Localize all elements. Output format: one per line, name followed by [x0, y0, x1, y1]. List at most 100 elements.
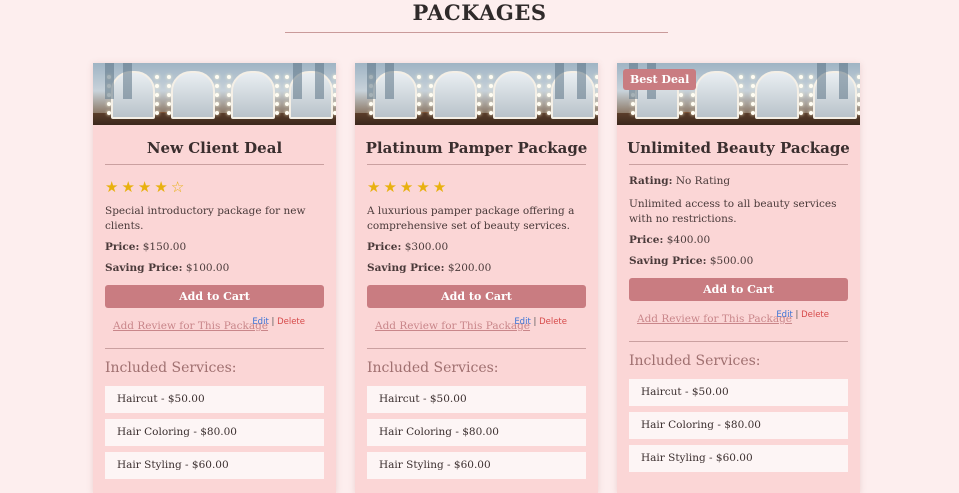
- divider: [105, 348, 324, 349]
- light-bulb-shape: [857, 93, 860, 97]
- edit-link[interactable]: Edit: [776, 310, 792, 320]
- divider: [105, 164, 324, 165]
- mirror-shape: [111, 71, 155, 119]
- price-label: Price:: [367, 241, 402, 253]
- light-bulb-shape: [595, 111, 598, 115]
- light-bulb-shape: [155, 75, 159, 79]
- star-rating: ★★★★☆: [105, 178, 336, 196]
- light-bulb-shape: [537, 111, 541, 115]
- divider: [629, 341, 848, 342]
- light-bulb-shape: [417, 93, 421, 97]
- star-rating: ★★★★★: [367, 178, 598, 196]
- delete-link[interactable]: Delete: [801, 310, 829, 320]
- star-icon: ★: [399, 178, 417, 196]
- best-deal-badge: Best Deal: [623, 69, 697, 90]
- star-icon: ★: [154, 178, 171, 196]
- light-bulb-shape: [285, 75, 289, 79]
- service-item: Haircut - $50.00: [629, 379, 848, 406]
- light-bulb-shape: [215, 84, 219, 88]
- star-icon: ★: [416, 178, 433, 196]
- service-item: Hair Coloring - $80.00: [629, 412, 848, 439]
- light-bulb-shape: [739, 84, 743, 88]
- mirror-shape: [493, 71, 537, 119]
- light-bulb-shape: [857, 102, 860, 106]
- window-shape: [293, 63, 302, 99]
- light-bulb-shape: [595, 75, 598, 79]
- edit-delete-controls: Edit | Delete: [252, 317, 305, 327]
- window-shape: [315, 63, 324, 99]
- price-line: Price: $300.00: [367, 239, 586, 255]
- light-bulb-shape: [333, 75, 336, 79]
- mirror-shape: [755, 71, 799, 119]
- delete-link[interactable]: Delete: [277, 317, 305, 327]
- light-bulb-shape: [215, 75, 219, 79]
- light-bulb-shape: [537, 75, 541, 79]
- star-outline-icon: ☆: [170, 178, 188, 196]
- add-review-link[interactable]: Add Review for This Package: [637, 313, 792, 325]
- price-line: Price: $400.00: [629, 232, 848, 248]
- light-bulb-shape: [227, 75, 231, 79]
- price-value: $400.00: [666, 234, 711, 246]
- delete-link[interactable]: Delete: [539, 317, 567, 327]
- edit-delete-controls: Edit | Delete: [514, 317, 567, 327]
- light-bulb-shape: [477, 93, 481, 97]
- salon-image: [93, 63, 336, 125]
- light-bulb-shape: [477, 111, 481, 115]
- light-bulb-shape: [333, 84, 336, 88]
- edit-link[interactable]: Edit: [252, 317, 268, 327]
- light-bulb-shape: [417, 84, 421, 88]
- window-shape: [577, 63, 586, 99]
- price-line: Price: $150.00: [105, 239, 324, 255]
- light-bulb-shape: [595, 84, 598, 88]
- price-value: $150.00: [142, 241, 187, 253]
- light-bulb-shape: [739, 102, 743, 106]
- add-review-link[interactable]: Add Review for This Package: [375, 320, 530, 332]
- included-services-heading: Included Services:: [629, 353, 761, 369]
- light-bulb-shape: [857, 84, 860, 88]
- rating-label: Rating:: [629, 175, 673, 187]
- included-services-heading: Included Services:: [367, 360, 499, 376]
- light-bulb-shape: [739, 93, 743, 97]
- light-bulb-shape: [799, 93, 803, 97]
- light-bulb-shape: [679, 102, 683, 106]
- light-bulb-shape: [429, 75, 433, 79]
- light-bulb-shape: [333, 111, 336, 115]
- divider: [367, 164, 586, 165]
- light-bulb-shape: [595, 93, 598, 97]
- saving-line: Saving Price: $500.00: [629, 253, 848, 269]
- price-label: Price:: [105, 241, 140, 253]
- light-bulb-shape: [595, 102, 598, 106]
- light-bulb-shape: [799, 111, 803, 115]
- saving-label: Saving Price:: [105, 262, 183, 274]
- separator: |: [271, 317, 275, 327]
- separator: |: [795, 310, 799, 320]
- add-review-link[interactable]: Add Review for This Package: [113, 320, 268, 332]
- mirror-shape: [373, 71, 417, 119]
- star-icon: ★: [432, 178, 450, 196]
- light-bulb-shape: [275, 102, 279, 106]
- package-description: A luxurious pamper package offering a co…: [367, 205, 575, 232]
- review-row: Add Review for This Package Edit | Delet…: [105, 317, 324, 337]
- window-shape: [839, 63, 848, 99]
- edit-link[interactable]: Edit: [514, 317, 530, 327]
- light-bulb-shape: [477, 102, 481, 106]
- light-bulb-shape: [275, 111, 279, 115]
- saving-value: $500.00: [709, 255, 754, 267]
- service-item: Hair Styling - $60.00: [105, 452, 324, 479]
- service-item: Haircut - $50.00: [105, 386, 324, 413]
- service-item: Hair Styling - $60.00: [629, 445, 848, 472]
- review-row: Add Review for This Package Edit | Delet…: [629, 310, 848, 330]
- service-item: Hair Styling - $60.00: [367, 452, 586, 479]
- add-to-cart-button[interactable]: Add to Cart: [629, 278, 848, 301]
- add-to-cart-button[interactable]: Add to Cart: [105, 285, 324, 308]
- review-row: Add Review for This Package Edit | Delet…: [367, 317, 586, 337]
- mirror-shape: [695, 71, 739, 119]
- package-card: Platinum Pamper Package ★★★★★ A luxuriou…: [355, 63, 598, 493]
- window-shape: [817, 63, 826, 99]
- add-to-cart-button[interactable]: Add to Cart: [367, 285, 586, 308]
- light-bulb-shape: [333, 93, 336, 97]
- rating-value: No Rating: [675, 175, 731, 187]
- salon-image: Best Deal: [617, 63, 860, 125]
- light-bulb-shape: [215, 102, 219, 106]
- separator: |: [533, 317, 537, 327]
